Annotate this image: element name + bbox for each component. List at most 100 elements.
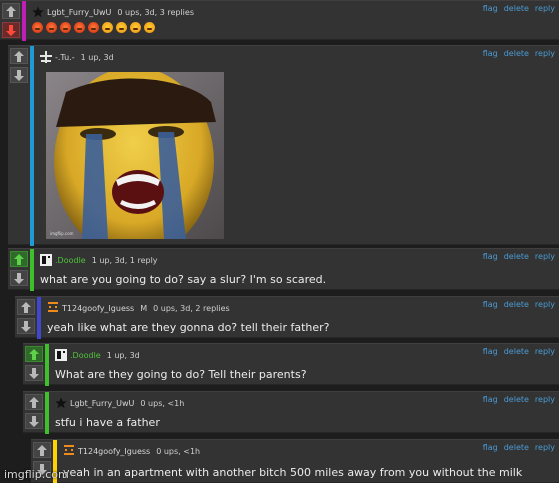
comment-6: Lgbt_Furry_UwU 0 ups, <1h flag delete re… [23, 391, 559, 434]
pixel-face-icon[interactable] [55, 349, 67, 361]
reply-link[interactable]: reply [535, 300, 555, 309]
cross-icon[interactable] [40, 51, 52, 63]
comment-meta: T124goofy_Iguess M 0 ups, 3d, 2 replies [47, 301, 230, 315]
up-arrow-icon [14, 50, 24, 62]
comment-stats: 0 ups, 3d, 3 replies [117, 7, 194, 17]
up-arrow-icon [21, 301, 31, 313]
flag-link[interactable]: flag [483, 300, 498, 309]
comment-7: T124goofy_Iguess 0 ups, <1h flag delete … [31, 439, 559, 483]
upvote-button[interactable] [33, 442, 51, 458]
downvote-button[interactable] [10, 270, 28, 286]
comment-stats: 1 up, 3d [80, 52, 114, 62]
star-icon[interactable] [55, 397, 67, 409]
mod-badge: M [140, 303, 148, 313]
comment-text: yeah in an apartment with another bitch … [63, 466, 523, 479]
comment-meta: T124goofy_Iguess 0 ups, <1h [63, 444, 200, 458]
crying-face-image: imgflip.com [46, 72, 224, 239]
upvote-button[interactable] [25, 394, 43, 410]
comment-meta: Lgbt_Furry_UwU 0 ups, <1h [55, 396, 184, 410]
angry-face-emoji-icon [46, 22, 57, 33]
orange-face-icon[interactable] [47, 302, 59, 314]
reply-link[interactable]: reply [535, 49, 555, 58]
flag-link[interactable]: flag [483, 347, 498, 356]
username-link[interactable]: Lgbt_Furry_UwU [70, 399, 134, 408]
svg-text:imgflip.com: imgflip.com [50, 231, 74, 236]
angry-face-emoji-icon [102, 22, 113, 33]
comment-actions: flag delete reply [483, 49, 555, 58]
reply-link[interactable]: reply [535, 443, 555, 452]
comment-1: Lgbt_Furry_UwU 0 ups, 3d, 3 replies flag… [0, 0, 559, 41]
comment-body: .Doodle 1 up, 3d, 1 reply flag delete re… [34, 249, 559, 291]
comment-text: what are you going to do? say a slur? I'… [40, 273, 327, 286]
comment-body: Lgbt_Furry_UwU 0 ups, <1h flag delete re… [49, 392, 559, 434]
angry-face-emoji-icon [116, 22, 127, 33]
comment-text: yeah like what are they gonna do? tell t… [47, 321, 330, 334]
up-arrow-icon [29, 348, 39, 360]
delete-link[interactable]: delete [504, 4, 529, 13]
username-link[interactable]: Lgbt_Furry_UwU [47, 8, 111, 17]
username-link[interactable]: .Doodle [70, 351, 101, 360]
reply-link[interactable]: reply [535, 347, 555, 356]
comment-meta: Lgbt_Furry_UwU 0 ups, 3d, 3 replies [32, 5, 194, 19]
comment-meta: .Doodle 1 up, 3d [55, 348, 140, 362]
username-link[interactable]: T124goofy_Iguess [62, 304, 134, 313]
comment-stats: 1 up, 3d, 1 reply [91, 255, 158, 265]
comment-body: T124goofy_Iguess M 0 ups, 3d, 2 replies … [41, 297, 559, 339]
up-arrow-icon [29, 396, 39, 408]
comment-text: stfu i have a father [55, 416, 160, 429]
username-link[interactable]: -.Tu.- [55, 53, 75, 62]
upvote-button[interactable] [10, 48, 28, 64]
upvote-button[interactable] [10, 251, 28, 267]
reply-link[interactable]: reply [535, 252, 555, 261]
down-arrow-icon [6, 24, 16, 36]
comment-body: Lgbt_Furry_UwU 0 ups, 3d, 3 replies flag… [26, 1, 559, 41]
imgflip-watermark: imgflip.com [4, 468, 69, 481]
down-arrow-icon [21, 320, 31, 332]
down-arrow-icon [14, 272, 24, 284]
comment-actions: flag delete reply [483, 347, 555, 356]
comment-meta: .Doodle 1 up, 3d, 1 reply [40, 253, 158, 267]
username-link[interactable]: .Doodle [55, 256, 86, 265]
comment-stats: 0 ups, <1h [140, 398, 185, 408]
delete-link[interactable]: delete [504, 347, 529, 356]
down-arrow-icon [14, 69, 24, 81]
delete-link[interactable]: delete [504, 395, 529, 404]
upvote-button[interactable] [2, 3, 20, 19]
flag-link[interactable]: flag [483, 252, 498, 261]
up-arrow-icon [14, 253, 24, 265]
downvote-button[interactable] [25, 413, 43, 429]
flag-link[interactable]: flag [483, 4, 498, 13]
downvote-button[interactable] [17, 318, 35, 334]
down-arrow-icon [29, 415, 39, 427]
emoji-row [32, 22, 155, 33]
delete-link[interactable]: delete [504, 443, 529, 452]
comment-image[interactable]: imgflip.com [46, 72, 224, 239]
up-arrow-icon [6, 5, 16, 17]
upvote-button[interactable] [25, 346, 43, 362]
pixel-face-icon[interactable] [40, 254, 52, 266]
delete-link[interactable]: delete [504, 252, 529, 261]
comment-actions: flag delete reply [483, 4, 555, 13]
reply-link[interactable]: reply [535, 395, 555, 404]
down-arrow-icon [29, 367, 39, 379]
delete-link[interactable]: delete [504, 300, 529, 309]
comment-actions: flag delete reply [483, 443, 555, 452]
flag-link[interactable]: flag [483, 49, 498, 58]
downvote-button[interactable] [10, 67, 28, 83]
upvote-button[interactable] [17, 299, 35, 315]
comment-body: .Doodle 1 up, 3d flag delete reply What … [49, 344, 559, 386]
reply-link[interactable]: reply [535, 4, 555, 13]
up-arrow-icon [37, 444, 47, 456]
angry-face-emoji-icon [60, 22, 71, 33]
delete-link[interactable]: delete [504, 49, 529, 58]
comment-body: -.Tu.- 1 up, 3d flag delete reply imgfli… [34, 46, 559, 246]
flag-link[interactable]: flag [483, 395, 498, 404]
orange-face-icon[interactable] [63, 445, 75, 457]
comment-stats: 1 up, 3d [106, 350, 140, 360]
downvote-button[interactable] [2, 22, 20, 38]
username-link[interactable]: T124goofy_Iguess [78, 447, 150, 456]
comment-actions: flag delete reply [483, 252, 555, 261]
downvote-button[interactable] [25, 365, 43, 381]
flag-link[interactable]: flag [483, 443, 498, 452]
star-icon[interactable] [32, 6, 44, 18]
